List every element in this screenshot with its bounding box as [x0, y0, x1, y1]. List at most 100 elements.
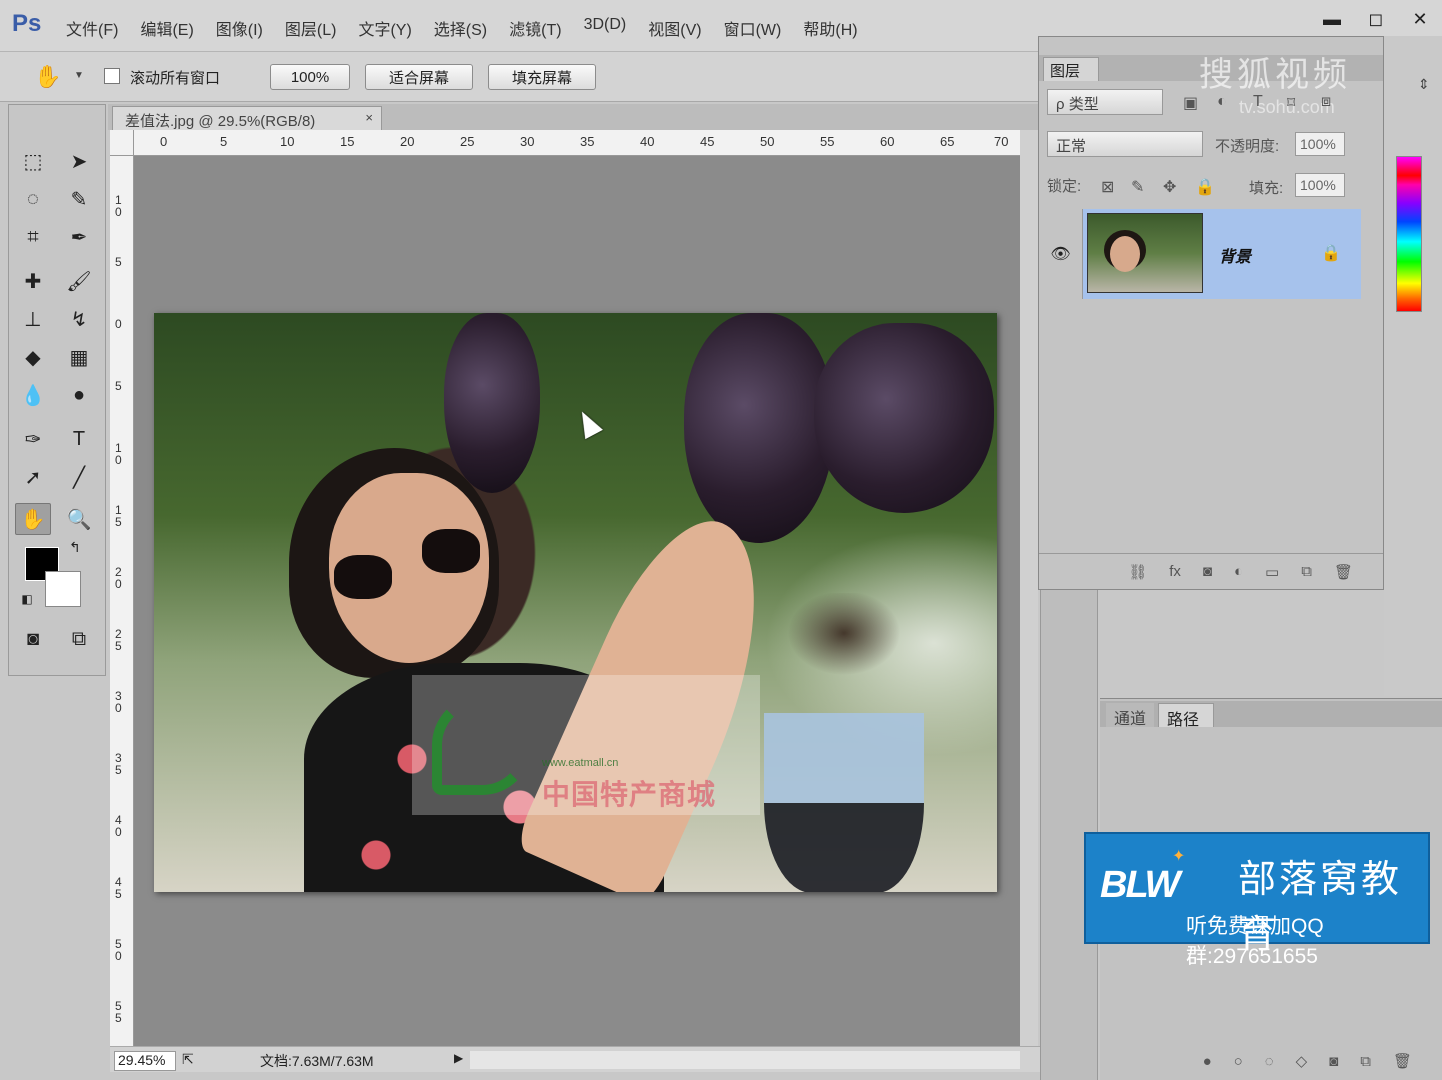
layer-visibility-eye-icon[interactable]: 👁 — [1039, 209, 1083, 299]
menu-3d[interactable]: 3D(D) — [584, 16, 627, 40]
document-tab-close-icon[interactable]: × — [365, 110, 373, 125]
ruler-left-label: 10 — [115, 441, 122, 467]
layer-thumbnail — [1087, 213, 1203, 293]
brush-tool-icon[interactable]: 🖌 — [61, 265, 97, 297]
delete-layer-trash-icon[interactable]: 🗑 — [1334, 563, 1353, 581]
link-layers-icon[interactable]: ⛓ — [1128, 563, 1147, 581]
selection-to-path-icon[interactable]: ◇ — [1296, 1052, 1308, 1070]
lock-transparent-icon[interactable]: ⊠ — [1101, 177, 1114, 197]
ruler-left-label: 45 — [115, 875, 122, 901]
blend-mode-select[interactable]: 正常 — [1047, 131, 1203, 157]
marquee-tool-icon[interactable]: ⬚ — [15, 145, 51, 177]
type-tool-icon[interactable]: T — [61, 423, 97, 455]
zoom-tool-icon[interactable]: 🔍 — [61, 503, 97, 535]
screen-mode-icon[interactable]: ⧉ — [61, 623, 97, 655]
hand-tool-preset-icon[interactable]: ✋ — [34, 64, 61, 90]
sunglasses-lens — [334, 555, 392, 599]
new-layer-icon[interactable]: ⧉ — [1301, 563, 1312, 580]
tab-channels[interactable]: 通道 — [1106, 703, 1155, 728]
clone-stamp-tool-icon[interactable]: ⊥ — [15, 303, 51, 335]
tab-layers[interactable]: 图层 — [1043, 57, 1099, 81]
scroll-all-windows-checkbox[interactable] — [104, 68, 120, 84]
lasso-tool-icon[interactable]: ◌ — [15, 183, 51, 215]
eyedropper-tool-icon[interactable]: ✒ — [61, 221, 97, 253]
fill-input[interactable]: 100% — [1295, 173, 1345, 197]
filter-adjustment-icon[interactable]: ◐ — [1217, 93, 1227, 111]
move-tool-icon[interactable]: ➤ — [61, 145, 97, 177]
channels-panel-header: 通道 路径 — [1100, 701, 1442, 729]
new-path-icon[interactable]: ⧉ — [1360, 1053, 1371, 1070]
minimize-button[interactable]: ▬ — [1310, 4, 1354, 34]
blur-tool-icon[interactable]: 💧 — [15, 379, 51, 411]
filter-image-icon[interactable]: ▣ — [1183, 93, 1198, 113]
preset-dropdown-icon[interactable]: ▼ — [74, 70, 84, 81]
layer-name[interactable]: 背景 — [1219, 243, 1251, 267]
document-tab-row: 差值法.jpg @ 29.5%(RGB/8) × — [108, 104, 1040, 130]
path-selection-tool-icon[interactable]: ➚ — [15, 461, 51, 493]
panel-select-arrow-icon[interactable]: ⇕ — [1418, 76, 1430, 93]
lock-all-icon[interactable]: 🔒 — [1195, 177, 1215, 197]
hand-tool-icon[interactable]: ✋ — [15, 503, 51, 535]
filter-type-icon[interactable]: T — [1253, 93, 1263, 111]
fill-path-icon[interactable]: ● — [1203, 1053, 1212, 1070]
menu-help[interactable]: 帮助(H) — [803, 16, 857, 40]
menu-type[interactable]: 文字(Y) — [358, 16, 411, 40]
stroke-path-icon[interactable]: ○ — [1234, 1053, 1243, 1070]
add-mask-icon[interactable]: ◙ — [1203, 563, 1212, 580]
menu-filter[interactable]: 滤镜(T) — [509, 16, 561, 40]
fill-screen-button[interactable]: 填充屏幕 — [488, 64, 596, 90]
color-panel-strip: ⇕ — [1384, 36, 1442, 696]
ruler-left-label: 50 — [115, 937, 122, 963]
maximize-button[interactable]: ◻ — [1354, 4, 1398, 34]
new-group-folder-icon[interactable]: ▭ — [1265, 563, 1279, 581]
swap-colors-icon[interactable]: ↰ — [61, 535, 89, 559]
background-color-swatch[interactable] — [45, 571, 81, 607]
menu-select[interactable]: 选择(S) — [434, 16, 487, 40]
zoom-100-button[interactable]: 100% — [270, 64, 350, 90]
tab-paths[interactable]: 路径 — [1158, 703, 1214, 729]
close-button[interactable]: ✕ — [1398, 4, 1442, 34]
ruler-top-label: 20 — [400, 134, 415, 149]
line-tool-icon[interactable]: ╱ — [61, 461, 97, 493]
adjustment-layer-icon[interactable]: ◐ — [1234, 563, 1243, 580]
fit-screen-button[interactable]: 适合屏幕 — [365, 64, 473, 90]
menu-edit[interactable]: 编辑(E) — [140, 16, 193, 40]
horizontal-scrollbar[interactable] — [470, 1051, 1020, 1069]
filter-shape-icon[interactable]: ⌑ — [1287, 93, 1295, 113]
crop-tool-icon[interactable]: ⌗ — [15, 221, 51, 253]
dodge-tool-icon[interactable]: ● — [61, 379, 97, 411]
ruler-top-label: 60 — [880, 134, 895, 149]
vertical-scrollbar[interactable] — [1020, 130, 1038, 1046]
menu-image[interactable]: 图像(I) — [216, 16, 263, 40]
healing-brush-tool-icon[interactable]: ✚ — [15, 265, 51, 297]
menu-window[interactable]: 窗口(W) — [724, 16, 782, 40]
filter-smart-object-icon[interactable]: ⧈ — [1321, 93, 1331, 111]
lock-position-icon[interactable]: ✥ — [1163, 177, 1176, 197]
delete-path-trash-icon[interactable]: 🗑 — [1393, 1052, 1412, 1070]
quick-mask-icon[interactable]: ◙ — [15, 623, 51, 655]
pen-tool-icon[interactable]: ✑ — [15, 423, 51, 455]
quick-select-tool-icon[interactable]: ✎ — [61, 183, 97, 215]
layer-row-background[interactable]: 👁 背景 🔒 — [1039, 209, 1361, 299]
layer-filter-select[interactable]: ρ 类型 — [1047, 89, 1163, 115]
export-icon[interactable]: ⇱ — [182, 1051, 194, 1068]
menu-file[interactable]: 文件(F) — [66, 16, 118, 40]
lock-pixels-icon[interactable]: ✎ — [1131, 177, 1144, 197]
status-menu-arrow-icon[interactable]: ▶ — [454, 1051, 463, 1065]
layers-panel: 图层 搜狐视频 tv.sohu.com ρ 类型 ▣ ◐ T ⌑ ⧈ 正常 不透… — [1038, 36, 1384, 590]
document-tab[interactable]: 差值法.jpg @ 29.5%(RGB/8) × — [112, 106, 382, 130]
gradient-tool-icon[interactable]: ▦ — [61, 341, 97, 373]
eraser-tool-icon[interactable]: ◆ — [15, 341, 51, 373]
menu-layer[interactable]: 图层(L) — [285, 16, 337, 40]
ruler-left-label: 55 — [115, 999, 122, 1025]
default-colors-icon[interactable]: ◧ — [13, 587, 41, 611]
layer-style-fx-icon[interactable]: fx — [1169, 563, 1181, 580]
opacity-input[interactable]: 100% — [1295, 132, 1345, 156]
path-to-selection-icon[interactable]: ◌ — [1265, 1053, 1274, 1070]
color-spectrum[interactable] — [1396, 156, 1422, 312]
document-image[interactable]: www.eatmall.cn 中国特产商城 — [154, 313, 997, 892]
zoom-readout[interactable]: 29.45% — [114, 1051, 176, 1071]
history-brush-tool-icon[interactable]: ↯ — [61, 303, 97, 335]
menu-view[interactable]: 视图(V) — [648, 16, 701, 40]
add-mask-icon[interactable]: ◙ — [1329, 1053, 1338, 1070]
